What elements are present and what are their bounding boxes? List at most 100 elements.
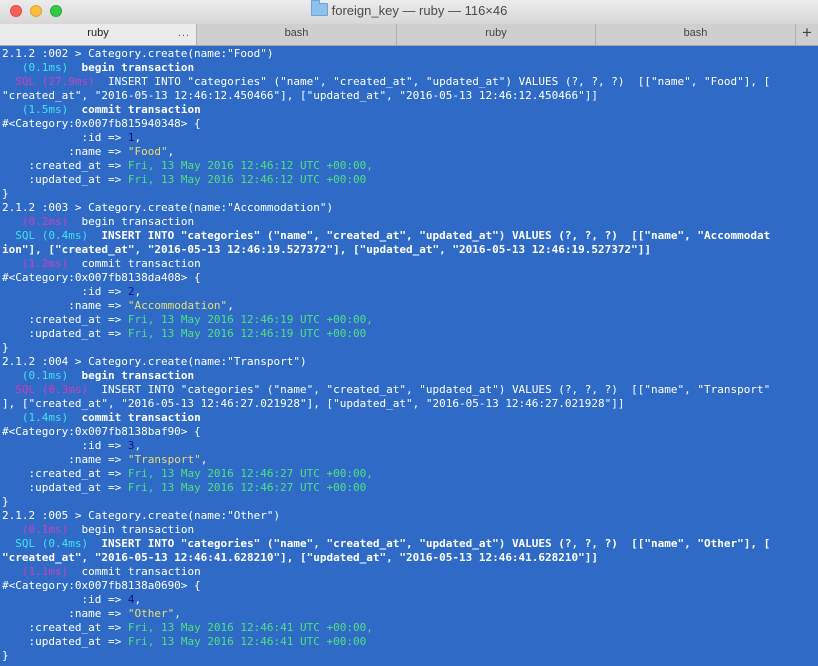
terminal-text: #<Category:0x007fb815940348> {: [2, 117, 201, 130]
terminal-text: (0.2ms): [2, 215, 69, 228]
terminal-line: (0.1ms) begin transaction: [2, 61, 818, 75]
tab-bash-1[interactable]: bash: [197, 24, 397, 45]
terminal-text: :updated_at =>: [2, 173, 128, 186]
terminal-text: INSERT INTO "categories" ("name", "creat…: [88, 229, 771, 242]
terminal-line: 2.1.2 :003 > Category.create(name:"Accom…: [2, 201, 818, 215]
terminal-text: 2.1.2 :002 > Category.create(name:"Food"…: [2, 47, 274, 60]
terminal-line: :name => "Other",: [2, 607, 818, 621]
terminal-line: (1.4ms) commit transaction: [2, 411, 818, 425]
tab-bash-2[interactable]: bash: [596, 24, 796, 45]
terminal-output[interactable]: 2.1.2 :002 > Category.create(name:"Food"…: [2, 47, 818, 663]
terminal-line: (1.5ms) commit transaction: [2, 103, 818, 117]
terminal-text: :name =>: [2, 607, 128, 620]
terminal-line: 2.1.2 :002 > Category.create(name:"Food"…: [2, 47, 818, 61]
terminal-text: }: [2, 187, 9, 200]
terminal-line: SQL (0.3ms) INSERT INTO "categories" ("n…: [2, 383, 818, 397]
tab-bar: ruby ... bash ruby bash +: [0, 24, 818, 46]
plus-icon: +: [802, 23, 812, 42]
terminal-text: commit transaction: [68, 257, 201, 270]
terminal-text: commit transaction: [68, 103, 201, 116]
terminal-line: SQL (27.9ms) INSERT INTO "categories" ("…: [2, 75, 818, 89]
terminal-line: :created_at => Fri, 13 May 2016 12:46:12…: [2, 159, 818, 173]
terminal-line: ], ["created_at", "2016-05-13 12:46:27.0…: [2, 397, 818, 411]
folder-icon: [310, 0, 328, 16]
terminal-line: }: [2, 187, 818, 201]
terminal-text: (1.1ms): [2, 565, 69, 578]
terminal-line: "created_at", "2016-05-13 12:46:12.45046…: [2, 89, 818, 103]
terminal-line: #<Category:0x007fb8138a0690> {: [2, 579, 818, 593]
terminal-text: :updated_at =>: [2, 327, 128, 340]
terminal-text: SQL (0.4ms): [2, 229, 89, 242]
terminal-line: :name => "Transport",: [2, 453, 818, 467]
terminal-line: :name => "Food",: [2, 145, 818, 159]
terminal-line: (1.2ms) commit transaction: [2, 257, 818, 271]
terminal-line: }: [2, 341, 818, 355]
terminal-text: :name =>: [2, 453, 128, 466]
terminal-text: Fri, 13 May 2016 12:46:41 UTC +00:00,: [127, 621, 373, 634]
terminal-text: }: [2, 649, 9, 662]
tab-ruby-2[interactable]: ruby: [397, 24, 596, 45]
terminal-line: :created_at => Fri, 13 May 2016 12:46:41…: [2, 621, 818, 635]
terminal-line: :updated_at => Fri, 13 May 2016 12:46:27…: [2, 481, 818, 495]
terminal-line: :updated_at => Fri, 13 May 2016 12:46:41…: [2, 635, 818, 649]
title-bar[interactable]: foreign_key — ruby — 116×46: [0, 0, 818, 25]
terminal-line: 2.1.2 :004 > Category.create(name:"Trans…: [2, 355, 818, 369]
terminal-line: #<Category:0x007fb8138baf90> {: [2, 425, 818, 439]
terminal-text: SQL (0.3ms): [2, 383, 89, 396]
terminal-line: #<Category:0x007fb8138da408> {: [2, 271, 818, 285]
terminal-line: :created_at => Fri, 13 May 2016 12:46:19…: [2, 313, 818, 327]
terminal-text: ion"], ["created_at", "2016-05-13 12:46:…: [2, 243, 652, 256]
terminal-text: Fri, 13 May 2016 12:46:12 UTC +00:00,: [127, 159, 373, 172]
tab-label: ruby: [87, 27, 109, 39]
terminal-line: :updated_at => Fri, 13 May 2016 12:46:19…: [2, 327, 818, 341]
terminal-text: 2.1.2 :004 > Category.create(name:"Trans…: [2, 355, 307, 368]
terminal-line: "created_at", "2016-05-13 12:46:41.62821…: [2, 551, 818, 565]
terminal-text: "created_at", "2016-05-13 12:46:41.62821…: [2, 551, 599, 564]
terminal-text: ,: [134, 285, 142, 298]
window-title-text: foreign_key — ruby — 116×46: [331, 3, 508, 18]
terminal-text: }: [2, 341, 9, 354]
terminal-text: #<Category:0x007fb8138a0690> {: [2, 579, 201, 592]
tab-overflow-indicator: ...: [177, 27, 190, 39]
terminal-text: ,: [167, 145, 175, 158]
terminal-text: "Other": [127, 607, 175, 620]
terminal-line: SQL (0.4ms) INSERT INTO "categories" ("n…: [2, 229, 818, 243]
terminal-text: 2.1.2 :003 > Category.create(name:"Accom…: [2, 201, 334, 214]
terminal-text: Fri, 13 May 2016 12:46:19 UTC +00:00: [127, 327, 367, 340]
terminal-text: :id =>: [2, 131, 128, 144]
terminal-line: ion"], ["created_at", "2016-05-13 12:46:…: [2, 243, 818, 257]
terminal-line: SQL (0.4ms) INSERT INTO "categories" ("n…: [2, 537, 818, 551]
terminal-text: 2.1.2 :005 > Category.create(name:"Other…: [2, 509, 281, 522]
terminal-text: Fri, 13 May 2016 12:46:12 UTC +00:00: [127, 173, 367, 186]
terminal-text: begin transaction: [68, 61, 195, 74]
tab-ruby-1[interactable]: ruby ...: [0, 24, 197, 45]
terminal-line: (0.2ms) begin transaction: [2, 215, 818, 229]
terminal-line: }: [2, 495, 818, 509]
terminal-text: ], ["created_at", "2016-05-13 12:46:27.0…: [2, 397, 625, 410]
terminal-text: #<Category:0x007fb8138da408> {: [2, 271, 201, 284]
terminal-text: Fri, 13 May 2016 12:46:19 UTC +00:00,: [127, 313, 373, 326]
tab-label: bash: [284, 27, 309, 39]
terminal-text: (0.1ms): [2, 369, 69, 382]
window-title: foreign_key — ruby — 116×46: [0, 0, 818, 18]
terminal-line: :created_at => Fri, 13 May 2016 12:46:27…: [2, 467, 818, 481]
terminal-text: "Accommodation": [127, 299, 228, 312]
terminal-line: (0.1ms) begin transaction: [2, 369, 818, 383]
terminal-line: :id => 4,: [2, 593, 818, 607]
terminal-line: :updated_at => Fri, 13 May 2016 12:46:12…: [2, 173, 818, 187]
new-tab-button[interactable]: +: [796, 24, 818, 45]
terminal-text: SQL (0.4ms): [2, 537, 89, 550]
terminal-text: :updated_at =>: [2, 481, 128, 494]
terminal-line: #<Category:0x007fb815940348> {: [2, 117, 818, 131]
terminal-text: SQL (27.9ms): [2, 75, 95, 88]
terminal-line: :id => 2,: [2, 285, 818, 299]
terminal-text: ,: [200, 453, 208, 466]
terminal-text: commit transaction: [68, 565, 201, 578]
terminal-text: begin transaction: [68, 369, 195, 382]
terminal-text: Fri, 13 May 2016 12:46:41 UTC +00:00: [127, 635, 367, 648]
terminal-text: "created_at", "2016-05-13 12:46:12.45046…: [2, 89, 599, 102]
terminal-text: ,: [174, 607, 181, 620]
terminal-text: :created_at =>: [2, 159, 128, 172]
terminal-line: (1.1ms) commit transaction: [2, 565, 818, 579]
terminal-text: :created_at =>: [2, 621, 128, 634]
